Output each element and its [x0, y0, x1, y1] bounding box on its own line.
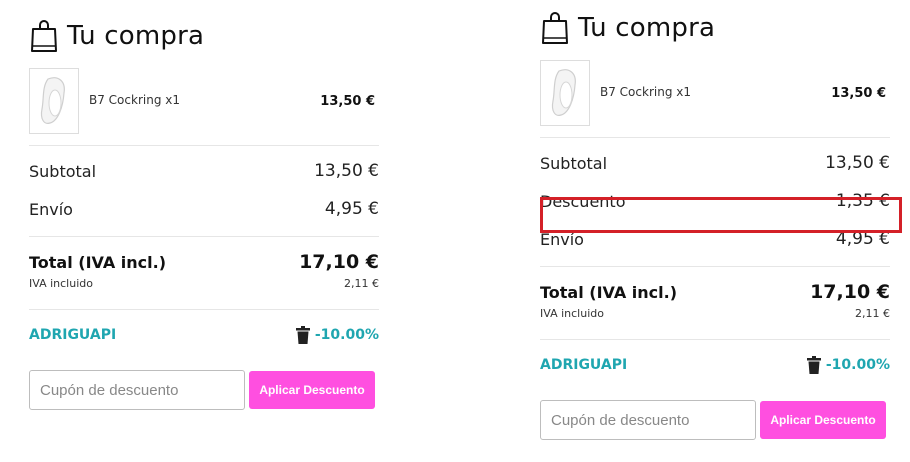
- divider: [29, 145, 379, 146]
- subtotal-row: Subtotal 13,50 €: [540, 144, 890, 182]
- shopping-bag-icon: [31, 20, 57, 52]
- coupon-input[interactable]: [29, 370, 245, 410]
- coupon-code: ADRIGUAPI: [540, 357, 628, 373]
- product-name[interactable]: B7 Cockring x1: [600, 85, 831, 99]
- shipping-value: 4,95 €: [324, 199, 379, 219]
- coupon-discount: -10.00%: [806, 356, 890, 374]
- iva-row: IVA incluido 2,11 €: [540, 307, 890, 323]
- iva-label: IVA incluido: [29, 277, 93, 290]
- cart-summary-after: Tu compra B7 Cockring x1 13,50 € Subtota…: [540, 10, 902, 440]
- coupon-discount-value: -10.00%: [314, 327, 379, 343]
- product-name[interactable]: B7 Cockring x1: [89, 93, 320, 107]
- product-image: [551, 69, 576, 116]
- trash-icon[interactable]: [295, 326, 310, 344]
- iva-row: IVA incluido 2,11 €: [29, 277, 379, 293]
- page-title: Tu compra: [67, 21, 205, 51]
- coupon-discount: -10.00%: [295, 326, 379, 344]
- product-price: 13,50 €: [831, 85, 886, 101]
- coupon-code: ADRIGUAPI: [29, 327, 117, 343]
- coupon-input[interactable]: [540, 400, 756, 440]
- iva-value: 2,11 €: [855, 307, 890, 320]
- subtotal-value: 13,50 €: [825, 153, 890, 173]
- apply-discount-button[interactable]: Aplicar Descuento: [249, 371, 375, 409]
- cart-header: Tu compra: [29, 18, 379, 54]
- cart-summary-before: Tu compra B7 Cockring x1 13,50 € Subtota…: [29, 18, 379, 410]
- cart-item: B7 Cockring x1 13,50 €: [29, 68, 379, 134]
- subtotal-label: Subtotal: [29, 161, 97, 181]
- shopping-bag-icon: [542, 12, 568, 44]
- cart-header: Tu compra: [540, 10, 890, 46]
- subtotal-row: Subtotal 13,50 €: [29, 152, 379, 190]
- total-label: Total (IVA incl.): [29, 252, 167, 272]
- page-title: Tu compra: [578, 13, 716, 43]
- product-thumbnail[interactable]: [540, 60, 590, 126]
- iva-value: 2,11 €: [344, 277, 379, 290]
- total-value: 17,10 €: [299, 251, 379, 273]
- discount-highlight-box: [540, 197, 902, 233]
- coupon-form: Aplicar Descuento: [29, 370, 379, 410]
- total-row: Total (IVA incl.) 17,10 €: [29, 249, 379, 275]
- total-value: 17,10 €: [810, 281, 890, 303]
- trash-icon[interactable]: [806, 356, 821, 374]
- total-label: Total (IVA incl.): [540, 282, 678, 302]
- coupon-form: Aplicar Descuento: [540, 400, 890, 440]
- subtotal-value: 13,50 €: [314, 161, 379, 181]
- shipping-row: Envío 4,95 €: [29, 190, 379, 228]
- total-row: Total (IVA incl.) 17,10 €: [540, 279, 890, 305]
- coupon-discount-value: -10.00%: [825, 357, 890, 373]
- divider: [540, 266, 890, 267]
- product-price: 13,50 €: [320, 93, 375, 109]
- product-image: [40, 77, 65, 124]
- product-thumbnail[interactable]: [29, 68, 79, 134]
- divider: [540, 137, 890, 138]
- subtotal-label: Subtotal: [540, 153, 608, 173]
- shipping-label: Envío: [29, 199, 73, 219]
- divider: [29, 236, 379, 237]
- cart-item: B7 Cockring x1 13,50 €: [540, 60, 890, 126]
- iva-label: IVA incluido: [540, 307, 604, 320]
- applied-coupon-row: ADRIGUAPI -10.00%: [29, 310, 379, 360]
- applied-coupon-row: ADRIGUAPI -10.00%: [540, 340, 890, 390]
- apply-discount-button[interactable]: Aplicar Descuento: [760, 401, 886, 439]
